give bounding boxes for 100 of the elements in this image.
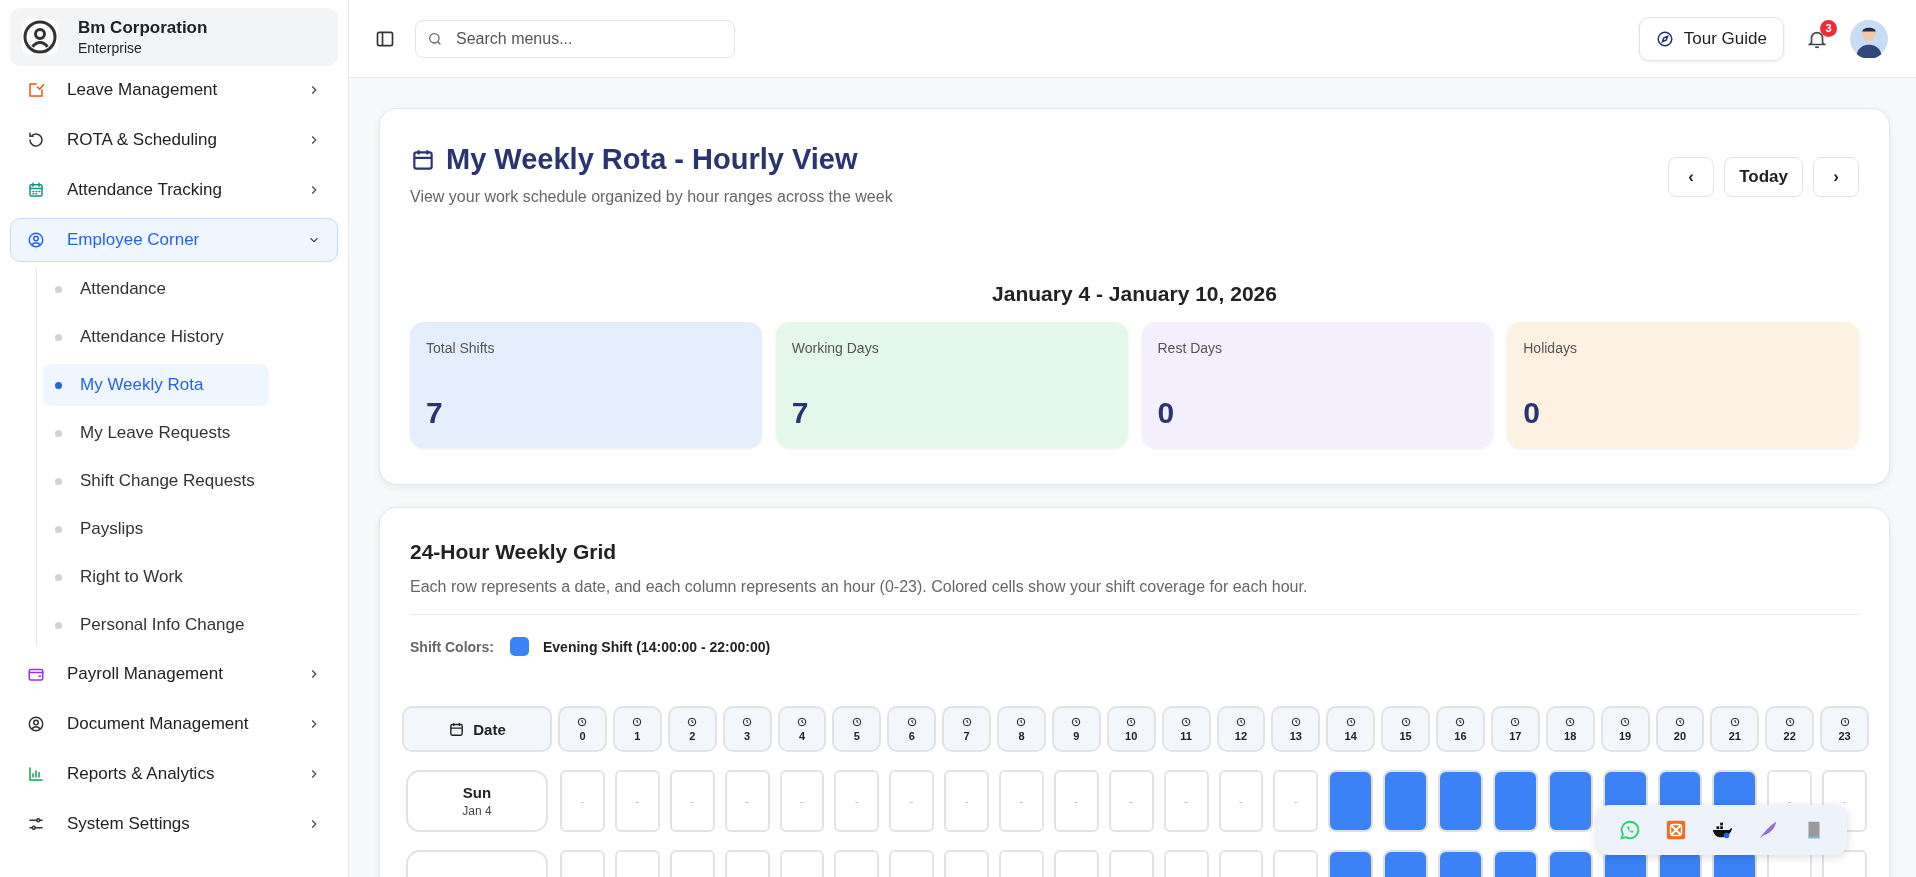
hour-label: 16 [1454,729,1467,742]
bullet-icon [55,333,62,341]
clock-icon [1400,716,1411,727]
sidebar-item[interactable]: Reports & Analytics [10,752,338,796]
hour-label: 6 [908,729,915,742]
submenu-item-label: My Weekly Rota [80,375,204,395]
hour-label: 12 [1234,729,1248,742]
empty-hour-cell: - [614,770,660,832]
sidebar-item[interactable]: Payroll Management [10,652,338,696]
date-label: Jan 4 [462,804,492,818]
clock-icon [742,716,753,727]
sidebar-item[interactable]: Employee Corner [10,218,338,262]
stat-label: Total Shifts [426,340,496,356]
clock-icon [1674,716,1685,727]
submenu-item-label: Attendance [80,279,166,299]
submenu-item[interactable]: Shift Change Requests [43,460,269,502]
grid-title: 24-Hour Weekly Grid [410,540,618,564]
organization-plan: Enterprise [78,40,143,56]
organization-card[interactable]: Bm Corporation Enterprise [10,8,338,66]
stat-label: Rest Days [1157,340,1224,356]
empty-hour-cell: - [724,770,770,832]
legend-text: Evening Shift (14:00:00 - 22:00:00) [543,638,771,655]
calendar-icon [448,720,466,738]
feather-icon[interactable] [1757,819,1779,841]
date-range: January 4 - January 10, 2026 [991,282,1278,306]
clock-icon [1016,716,1027,727]
submenu-item-label: Personal Info Change [80,615,245,635]
sidebar-item[interactable]: ROTA & Scheduling [10,118,338,162]
hour-label: 20 [1673,729,1687,742]
tour-guide-button[interactable]: Tour Guide [1638,16,1784,61]
clock-icon [1071,716,1082,727]
clock-icon [1455,716,1466,727]
day-label: Sun [462,784,492,801]
submenu-item[interactable]: Attendance History [43,316,269,358]
sidebar-item[interactable]: Attendance Tracking [10,168,338,212]
empty-hour-cell: - [944,770,989,832]
clock-icon [1181,716,1192,727]
avatar-silhouette[interactable] [1850,19,1888,58]
checklist-icon [27,81,45,99]
sidebar-item[interactable]: Document Management [10,702,338,746]
bar-chart-icon [27,765,45,783]
hour-label: 2 [689,729,696,742]
sidebar-item-label: Payroll Management [67,664,224,684]
hour-label: 15 [1399,729,1412,742]
submenu-item[interactable]: Payslips [43,508,269,550]
hour-label: 5 [853,729,860,742]
today-button[interactable]: Today [1724,157,1803,197]
sidebar-item-label: Employee Corner [67,230,201,250]
empty-hour-cell: - [999,770,1044,832]
sidebar-item-label: Reports & Analytics [67,764,216,784]
hour-label: 7 [963,729,970,742]
clock-icon [906,716,917,727]
page-subtitle: View your work schedule organized by hour ranges across the week [410,188,893,206]
next-week-button[interactable]: › [1813,157,1859,197]
sidebar-item-label: ROTA & Scheduling [67,130,218,150]
cross-tile-icon[interactable] [1665,819,1687,841]
refresh-icon [27,131,45,149]
date-header-label: Date [473,720,506,738]
submenu-item-label: Payslips [80,519,144,539]
submenu-item[interactable]: My Weekly Rota [43,364,269,406]
hour-label: 13 [1289,729,1302,742]
bullet-icon [55,477,62,485]
stat-value: 0 [1523,396,1541,430]
sidebar-item-label: Document Management [67,714,250,734]
clock-icon [1345,716,1356,727]
bullet-icon [55,573,62,581]
bullet-icon [55,525,62,533]
previous-week-button[interactable]: ‹ [1668,157,1715,197]
organization-name: Bm Corporation [78,18,208,38]
empty-hour-cell: - [779,770,825,832]
user-circle-icon [22,19,58,55]
stat-value: 7 [426,396,444,430]
legend-label: Shift Colors: [410,638,494,655]
hour-label: 0 [579,729,586,742]
user-circle-icon [27,715,45,733]
submenu-item-label: Attendance History [80,327,224,347]
clock-icon [1235,716,1246,727]
hour-label: 22 [1783,729,1796,742]
submenu-item[interactable]: Right to Work [43,556,269,598]
sidebar-item-label: System Settings [67,814,191,834]
submenu-item[interactable]: Attendance [43,268,269,310]
submenu-item[interactable]: My Leave Requests [43,412,269,454]
sidebar-item[interactable]: System Settings [10,802,338,846]
empty-hour-cell: - [1163,770,1209,832]
stat-value: 7 [791,396,810,430]
hour-label: 10 [1125,729,1138,742]
bullet-icon [55,381,62,389]
hour-label: 1 [634,729,641,742]
empty-hour-cell: - [560,770,605,832]
hour-label: 11 [1180,729,1192,742]
sidebar-item-label: Leave Management [67,80,219,100]
submenu-item[interactable]: Personal Info Change [43,604,269,646]
search-field[interactable]: Search menus... [415,19,735,58]
clock-icon [1620,716,1631,727]
stat-label: Holidays [1523,340,1578,356]
sidebar-item[interactable]: Leave Management [10,68,338,112]
hour-label: 14 [1344,729,1357,742]
clock-icon [1839,716,1850,727]
empty-hour-cell: - [1108,770,1154,832]
empty-hour-cell: - [1273,770,1319,832]
